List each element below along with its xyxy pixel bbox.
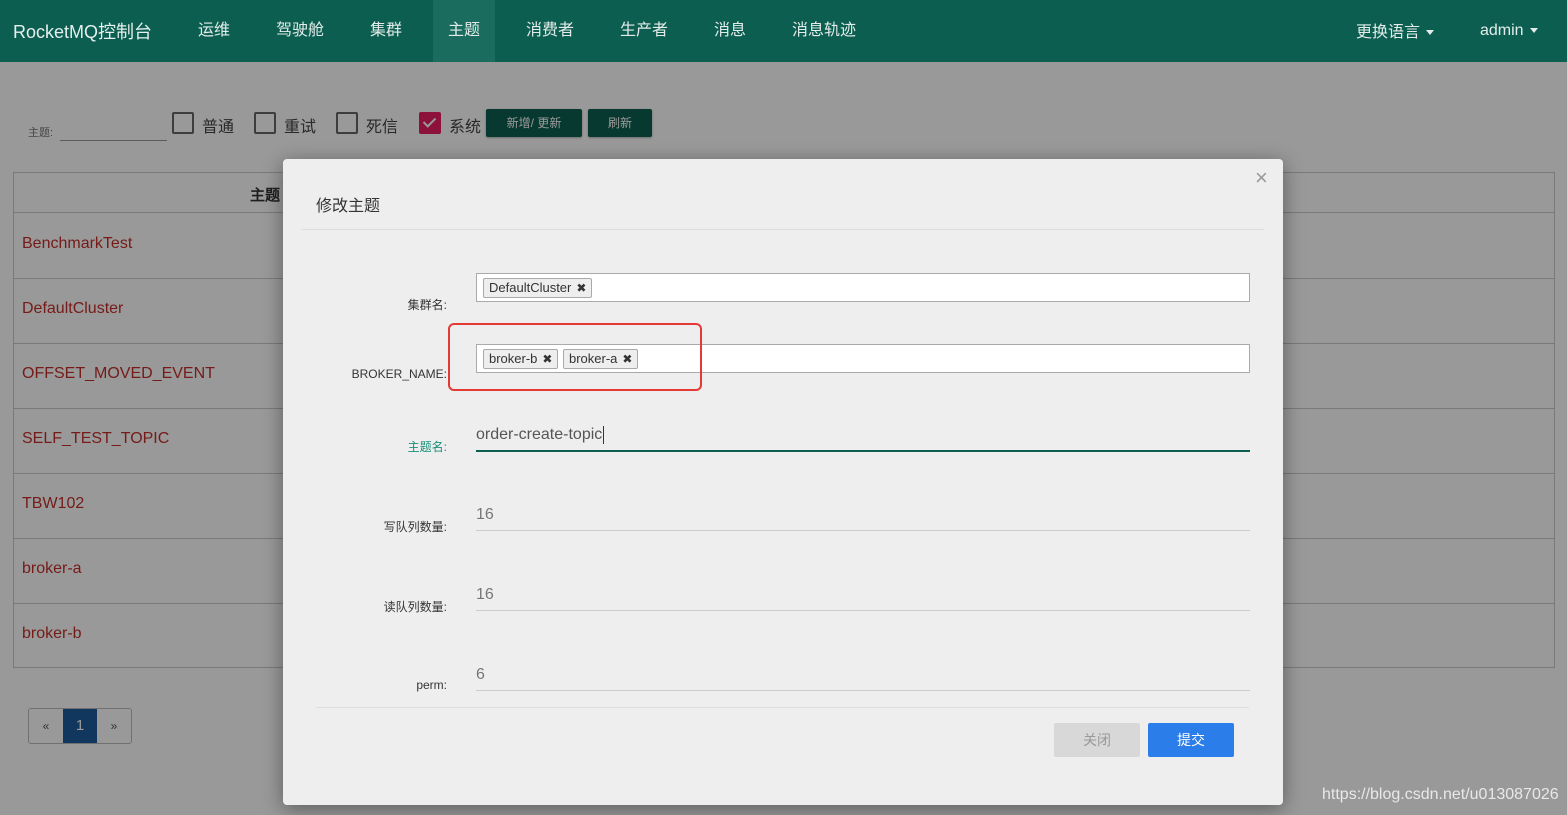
nav-message[interactable]: 消息	[698, 0, 762, 62]
read-queue-value: 16	[476, 586, 494, 603]
topic-name-label: 主题名:	[407, 440, 447, 454]
highlight-box	[448, 323, 702, 391]
close-button[interactable]: 关闭	[1054, 723, 1140, 757]
language-label: 更换语言	[1356, 24, 1421, 41]
cluster-select[interactable]: DefaultCluster ✖	[476, 273, 1250, 302]
cluster-label: 集群名:	[407, 298, 447, 312]
nav-consumer[interactable]: 消费者	[510, 0, 590, 62]
modal-title: 修改主题	[316, 198, 381, 215]
brand-title[interactable]: RocketMQ控制台	[13, 18, 152, 44]
read-queue-input[interactable]: 16	[476, 586, 1250, 611]
perm-value: 6	[476, 666, 485, 683]
write-queue-input[interactable]: 16	[476, 506, 1250, 531]
top-navbar: RocketMQ控制台 运维 驾驶舱 集群 主题 消费者 生产者 消息 消息轨迹…	[0, 0, 1567, 62]
topic-name-input[interactable]: order-create-topic	[476, 426, 1250, 452]
submit-button[interactable]: 提交	[1148, 723, 1234, 757]
chevron-down-icon	[1426, 30, 1435, 36]
chevron-down-icon	[1529, 28, 1538, 34]
nav-ops[interactable]: 运维	[181, 0, 247, 62]
user-dropdown[interactable]: admin	[1480, 22, 1538, 40]
user-label: admin	[1480, 22, 1524, 39]
nav-dashboard[interactable]: 驾驶舱	[263, 0, 337, 62]
broker-name-label: BROKER_NAME:	[351, 367, 447, 381]
edit-topic-modal: 修改主题 × 集群名: DefaultCluster ✖ BROKER_NAME:…	[283, 159, 1283, 805]
cluster-tag: DefaultCluster ✖	[483, 278, 593, 298]
read-queue-label: 读队列数量:	[383, 600, 447, 614]
text-cursor	[603, 426, 605, 444]
divider	[316, 707, 1249, 708]
write-queue-label: 写队列数量:	[383, 520, 447, 534]
nav-producer[interactable]: 生产者	[604, 0, 684, 62]
write-queue-value: 16	[476, 506, 494, 523]
close-icon[interactable]: ×	[1255, 165, 1268, 191]
cluster-tag-label: DefaultCluster	[489, 280, 572, 295]
remove-tag-icon[interactable]: ✖	[576, 281, 586, 295]
perm-label: perm:	[416, 678, 447, 692]
divider	[301, 229, 1264, 230]
perm-input[interactable]: 6	[476, 666, 1250, 691]
topic-name-value: order-create-topic	[476, 426, 603, 444]
nav-topic[interactable]: 主题	[433, 0, 495, 62]
nav-cluster[interactable]: 集群	[353, 0, 419, 62]
language-dropdown[interactable]: 更换语言	[1356, 18, 1435, 42]
watermark: https://blog.csdn.net/u013087026	[1322, 786, 1559, 803]
nav-message-trace[interactable]: 消息轨迹	[776, 0, 872, 62]
